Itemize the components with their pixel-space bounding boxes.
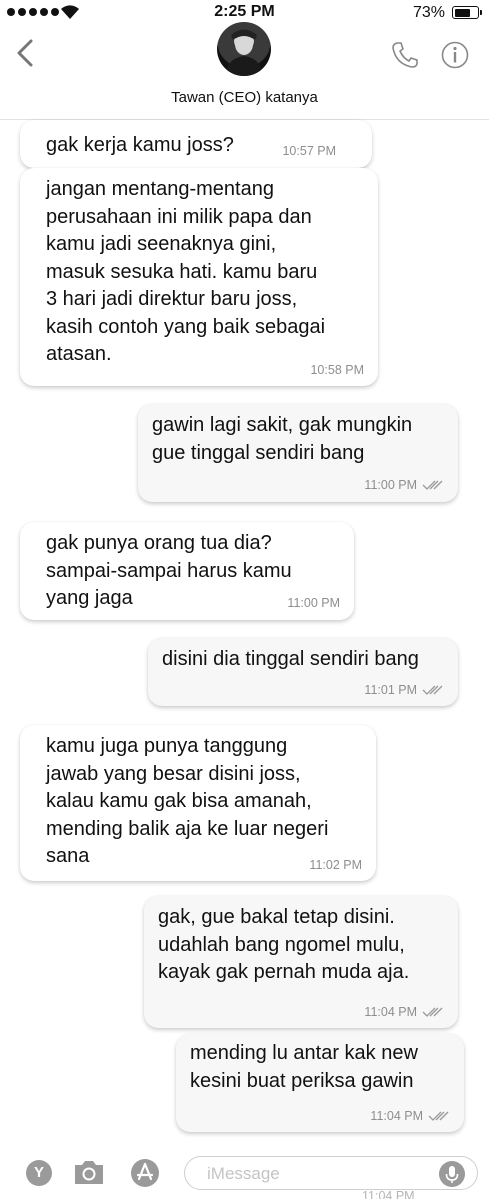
message-meta: 11:02 PM xyxy=(309,858,362,872)
message-meta: 11:04 PM xyxy=(364,1005,444,1019)
message-meta: 11:00 PM xyxy=(287,596,340,610)
outgoing-message-bubble[interactable]: gak, gue bakal tetap disini. udahlah ban… xyxy=(144,896,458,1028)
message-meta: 11:00 PM xyxy=(364,478,444,492)
message-text: gawin lagi sakit, gak mungkin gue tingga… xyxy=(152,414,413,464)
message-meta: 11:04 PM xyxy=(370,1109,450,1123)
read-receipt-icon xyxy=(422,480,443,490)
message-timestamp: 11:00 PM xyxy=(287,596,340,610)
camera-icon[interactable] xyxy=(72,1158,106,1186)
message-meta: 10:57 PM xyxy=(282,144,336,158)
message-timestamp: 11:04 PM xyxy=(364,1005,417,1019)
message-text: disini dia tinggal sendiri bang xyxy=(162,648,419,670)
incoming-message-bubble[interactable]: kamu juga punya tanggung jawab yang besa… xyxy=(20,725,376,881)
app-store-icon[interactable] xyxy=(130,1158,160,1188)
message-timestamp: 11:04 PM xyxy=(370,1109,423,1123)
message-input[interactable]: iMessage xyxy=(184,1156,478,1190)
read-receipt-icon xyxy=(422,685,443,695)
message-timestamp: 11:00 PM xyxy=(364,478,417,492)
input-bar: Y iMessage xyxy=(0,1148,489,1199)
incoming-message-bubble[interactable]: gak punya orang tua dia? sampai-sampai h… xyxy=(20,522,354,620)
message-list: gak kerja kamu joss? 10:57 PM jangan menta… xyxy=(0,0,489,1199)
incoming-message-bubble[interactable]: gak kerja kamu joss? 10:57 PM xyxy=(20,120,372,168)
message-meta: 10:58 PM xyxy=(310,363,364,377)
message-text: kamu juga punya tanggung jawab yang besa… xyxy=(46,735,329,867)
partial-timestamp: 11:04 PM xyxy=(362,1189,415,1199)
message-text: gak, gue bakal tetap disini. udahlah ban… xyxy=(158,906,410,983)
message-timestamp: 10:57 PM xyxy=(282,144,336,158)
app-button-y[interactable]: Y xyxy=(26,1160,52,1186)
outgoing-message-bubble[interactable]: disini dia tinggal sendiri bang 11:01 PM xyxy=(148,638,458,706)
message-text: mending lu antar kak new kesini buat per… xyxy=(190,1042,418,1092)
message-timestamp: 11:02 PM xyxy=(309,858,362,872)
message-meta: 11:01 PM xyxy=(364,683,444,697)
outgoing-message-bubble[interactable]: mending lu antar kak new kesini buat per… xyxy=(176,1034,464,1132)
message-timestamp: 10:58 PM xyxy=(310,363,364,377)
message-timestamp: 11:01 PM xyxy=(364,683,417,697)
microphone-icon[interactable] xyxy=(439,1161,465,1187)
message-input-placeholder: iMessage xyxy=(207,1164,280,1183)
message-text: gak kerja kamu joss? xyxy=(46,134,234,156)
message-text: jangan mentang-mentang perusahaan ini mi… xyxy=(46,178,326,365)
read-receipt-icon xyxy=(422,1007,443,1017)
outgoing-message-bubble[interactable]: gawin lagi sakit, gak mungkin gue tingga… xyxy=(138,404,458,502)
read-receipt-icon xyxy=(428,1111,449,1121)
incoming-message-bubble[interactable]: jangan mentang-mentang perusahaan ini mi… xyxy=(20,168,378,386)
message-text: gak punya orang tua dia? sampai-sampai h… xyxy=(46,532,292,609)
